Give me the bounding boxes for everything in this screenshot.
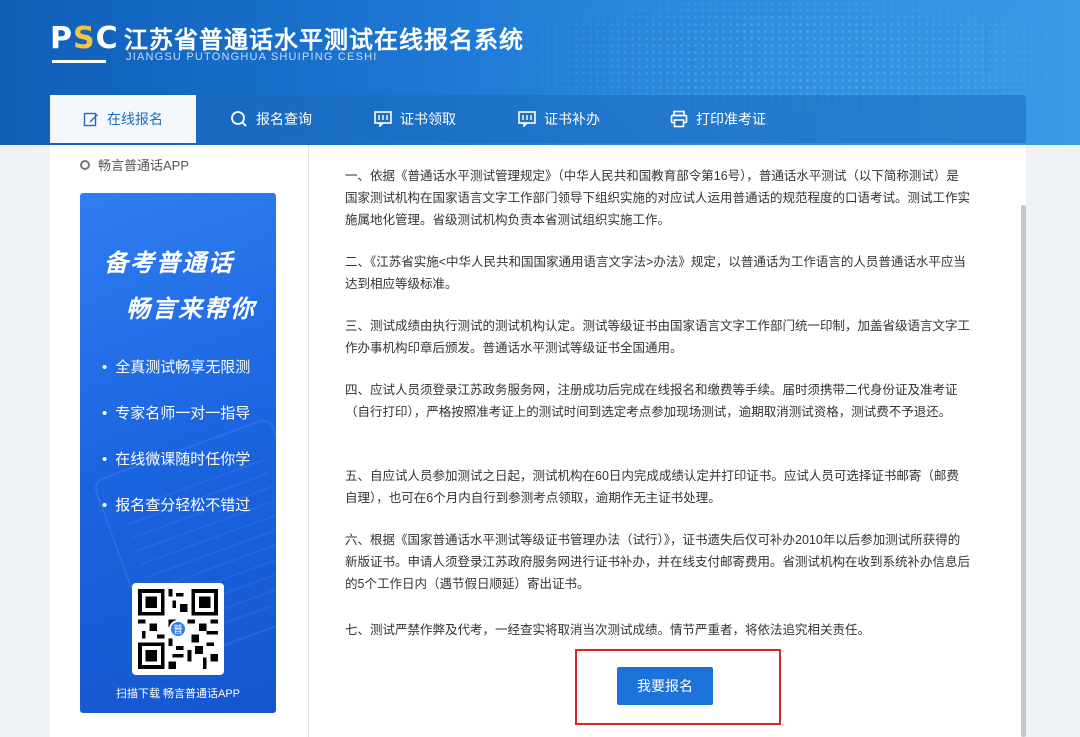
tab-label: 打印准考证 <box>696 111 766 127</box>
apply-button[interactable]: 我要报名 <box>617 667 713 705</box>
site-title: 江苏省普通话水平测试在线报名系统 <box>124 27 524 54</box>
edit-icon <box>83 111 99 127</box>
promo-feature-list: 全真测试畅享无限测 专家名师一对一指导 在线微课随时任你学 报名查分轻松不错过 <box>102 359 250 543</box>
app-promo-banner[interactable]: 备考普通话 畅言来帮你 全真测试畅享无限测 专家名师一对一指导 在线微课随时任你… <box>80 193 276 713</box>
circle-bullet-icon <box>80 159 90 170</box>
header-banner: PSC 江苏省普通话水平测试在线报名系统 JIANGSU PUTONGHUA S… <box>0 0 1080 145</box>
notice-paragraph: 三、测试成绩由执行测试的测试机构认定。测试等级证书由国家语言文字工作部门统一印制… <box>345 319 971 355</box>
site-subtitle: JIANGSU PUTONGHUA SHUIPING CESHI <box>126 51 378 63</box>
sidebar: 畅言普通话APP 备考普通话 畅言来帮你 全真测试畅享无限测 专家名师一对一指导… <box>50 145 308 737</box>
sidebar-title-text: 畅言普通话APP <box>98 158 190 173</box>
promo-feature: 全真测试畅享无限测 <box>102 359 250 405</box>
tab-label: 证书领取 <box>400 111 456 127</box>
promo-feature: 报名查分轻松不错过 <box>102 497 250 543</box>
tab-print-admission[interactable]: 打印准考证 <box>634 95 802 143</box>
notice-paragraph: 七、测试严禁作弊及代考，一经查实将取消当次测试成绩。情节严重者，将依法追究相关责… <box>345 623 871 637</box>
notice-paragraph: 二、《江苏省实施<中华人民共和国国家通用语言文字法>办法》规定，以普通话为工作语… <box>345 255 966 291</box>
content-area: 一、依据《普通话水平测试管理规定》（中华人民共和国教育部令第16号），普通话水平… <box>308 145 1026 737</box>
notice-paragraph: 五、自应试人员参加测试之日起，测试机构在60日内完成成绩认定并打印证书。应试人员… <box>345 469 959 505</box>
tab-label: 证书补办 <box>544 111 600 127</box>
message-icon <box>374 111 392 127</box>
promo-feature: 专家名师一对一指导 <box>102 405 250 451</box>
notice-paragraph: 六、根据《国家普通话水平测试等级证书管理办法（试行）》，证书遗失后仅可补办201… <box>345 533 971 591</box>
main-nav: 在线报名 报名查询 证书领取 证书补办 打印准考证 <box>50 95 1026 143</box>
tab-certificate-collect[interactable]: 证书领取 <box>346 95 484 143</box>
tab-label: 报名查询 <box>256 111 312 127</box>
scrollbar[interactable] <box>1021 205 1026 737</box>
tab-certificate-reissue[interactable]: 证书补办 <box>484 95 634 143</box>
search-icon <box>230 110 248 128</box>
promo-heading-2: 畅言来帮你 <box>126 296 256 323</box>
main-panel: 畅言普通话APP 备考普通话 畅言来帮你 全真测试畅享无限测 专家名师一对一指导… <box>50 145 1026 737</box>
qr-badge: 普 <box>169 620 187 638</box>
tab-online-registration[interactable]: 在线报名 <box>50 95 196 143</box>
notice-paragraph: 四、应试人员须登录江苏政务服务网，注册成功后完成在线报名和缴费等手续。届时须携带… <box>345 383 958 419</box>
tab-registration-query[interactable]: 报名查询 <box>196 95 346 143</box>
tab-label: 在线报名 <box>107 111 163 127</box>
logo-underline <box>52 60 106 63</box>
qr-caption: 扫描下载 畅言普通话APP <box>115 688 241 700</box>
logo-text: PSC <box>50 21 119 56</box>
notice-paragraph: 一、依据《普通话水平测试管理规定》（中华人民共和国教育部令第16号），普通话水平… <box>345 169 971 227</box>
sidebar-title: 畅言普通话APP <box>80 155 189 174</box>
promo-feature: 在线微课随时任你学 <box>102 451 250 497</box>
printer-icon <box>670 110 688 128</box>
message-icon <box>518 111 536 127</box>
psc-logo: PSC <box>50 22 118 64</box>
promo-heading-1: 备考普通话 <box>104 250 234 277</box>
qr-code: 普 <box>132 583 224 675</box>
